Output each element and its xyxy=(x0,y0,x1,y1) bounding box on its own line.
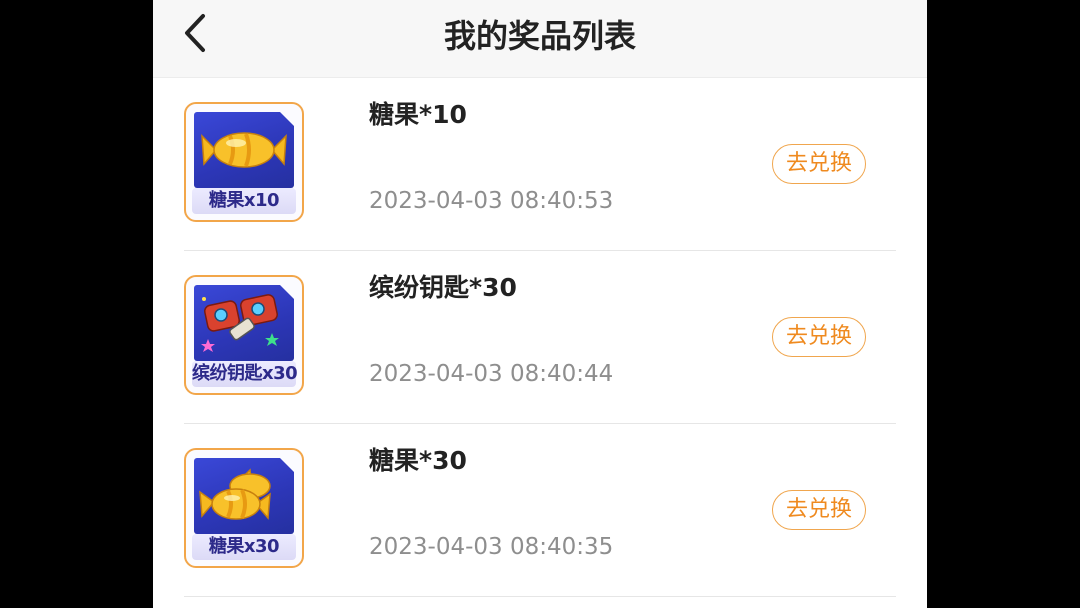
prize-list: 糖果x10 糖果*10 2023-04-03 08:40:53 去兑换 缤纷钥匙… xyxy=(153,78,927,597)
prize-timestamp: 2023-04-03 08:40:35 xyxy=(369,534,614,560)
redeem-button[interactable]: 去兑换 xyxy=(772,317,866,357)
candies-icon xyxy=(199,468,271,520)
prize-thumbnail-caption: 糖果x10 xyxy=(192,188,296,214)
app-screen: 我的奖品列表 糖果x10 糖果*10 2023-04-03 08:40:53 去… xyxy=(153,0,927,608)
list-item: 糖果x10 糖果*10 2023-04-03 08:40:53 去兑换 xyxy=(153,78,927,251)
prize-name: 缤纷钥匙*30 xyxy=(369,273,517,302)
divider xyxy=(184,596,896,597)
prize-thumbnail-caption: 糖果x30 xyxy=(192,534,296,560)
prize-timestamp: 2023-04-03 08:40:44 xyxy=(369,361,614,387)
redeem-button[interactable]: 去兑换 xyxy=(772,144,866,184)
prize-name: 糖果*30 xyxy=(369,446,467,475)
list-item: 缤纷钥匙x30 缤纷钥匙*30 2023-04-03 08:40:44 去兑换 xyxy=(153,251,927,424)
prize-timestamp: 2023-04-03 08:40:53 xyxy=(369,188,614,214)
candy-icon xyxy=(201,132,287,168)
prize-thumbnail-caption: 缤纷钥匙x30 xyxy=(192,361,298,387)
prize-art xyxy=(194,112,294,188)
prize-thumbnail: 糖果x10 xyxy=(184,102,304,222)
redeem-button[interactable]: 去兑换 xyxy=(772,490,866,530)
nav-bar: 我的奖品列表 xyxy=(153,0,927,78)
list-item: 糖果x30 糖果*30 2023-04-03 08:40:35 去兑换 xyxy=(153,424,927,597)
prize-art xyxy=(194,285,294,361)
prize-name: 糖果*10 xyxy=(369,100,467,129)
prize-art xyxy=(194,458,294,534)
prize-thumbnail: 糖果x30 xyxy=(184,448,304,568)
prize-thumbnail: 缤纷钥匙x30 xyxy=(184,275,304,395)
key-icon xyxy=(201,294,279,352)
page-title: 我的奖品列表 xyxy=(443,17,636,55)
